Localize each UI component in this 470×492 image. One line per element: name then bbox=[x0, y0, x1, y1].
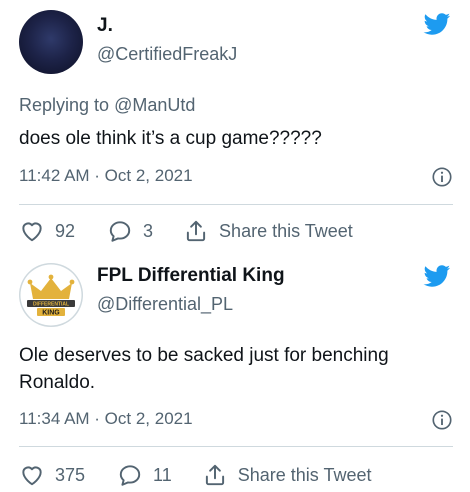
replying-to-label: Replying to bbox=[19, 95, 110, 115]
tweet-card-2: DIFFERENTIAL KING FPL Differential King … bbox=[0, 250, 470, 492]
tweet-text: Ole deserves to be sacked just for bench… bbox=[19, 345, 389, 393]
tweet-text: does ole think it’s a cup game????? bbox=[19, 128, 322, 149]
tweet-card-1: J. @CertifiedFreakJ Replying to @ManUtd … bbox=[0, 0, 470, 250]
share-label: Share this Tweet bbox=[237, 464, 372, 485]
tweet-timestamp[interactable]: 11:42 AM · Oct 2, 2021 bbox=[19, 165, 193, 187]
twitter-bird-icon[interactable] bbox=[420, 10, 453, 38]
crown-logo: DIFFERENTIAL KING bbox=[27, 274, 75, 316]
author-handle[interactable]: @CertifiedFreakJ bbox=[97, 43, 237, 65]
replying-to-line: Replying to @ManUtd bbox=[19, 93, 195, 117]
like-count: 92 bbox=[55, 220, 76, 241]
twitter-bird-icon[interactable] bbox=[420, 262, 453, 290]
author-name[interactable]: FPL Differential King bbox=[97, 265, 285, 287]
share-icon bbox=[186, 220, 206, 242]
avatar-differential-king[interactable]: DIFFERENTIAL KING bbox=[19, 263, 83, 327]
like-button[interactable]: 375 bbox=[19, 462, 85, 488]
tweet-timestamp[interactable]: 11:34 AM · Oct 2, 2021 bbox=[19, 408, 193, 430]
action-bar: 375 11 Share this Tweet bbox=[19, 460, 371, 490]
reply-bubble-icon bbox=[119, 465, 141, 486]
heart-icon bbox=[22, 466, 42, 486]
reply-count: 3 bbox=[143, 220, 154, 241]
info-icon[interactable] bbox=[431, 166, 453, 188]
logo-text-top: DIFFERENTIAL bbox=[33, 302, 69, 308]
reply-button[interactable]: 3 bbox=[107, 218, 153, 244]
like-count: 375 bbox=[55, 464, 86, 485]
avatar-certifiedfreakj[interactable] bbox=[19, 10, 83, 74]
author-name[interactable]: J. bbox=[97, 15, 113, 37]
reply-bubble-icon bbox=[109, 221, 131, 242]
divider bbox=[19, 204, 453, 205]
logo-text-bottom: KING bbox=[42, 309, 60, 316]
author-handle[interactable]: @Differential_PL bbox=[97, 293, 233, 315]
share-icon bbox=[205, 464, 224, 486]
info-icon[interactable] bbox=[431, 409, 453, 431]
replying-to-handle[interactable]: @ManUtd bbox=[114, 95, 195, 115]
reply-button[interactable]: 11 bbox=[117, 462, 172, 488]
share-button[interactable]: Share this Tweet bbox=[202, 462, 372, 488]
heart-icon bbox=[22, 222, 42, 242]
share-button[interactable]: Share this Tweet bbox=[183, 218, 353, 244]
reply-count: 11 bbox=[153, 464, 172, 485]
like-button[interactable]: 92 bbox=[19, 218, 75, 244]
divider bbox=[19, 446, 453, 447]
share-label: Share this Tweet bbox=[219, 220, 353, 241]
action-bar: 92 3 Share this Tweet bbox=[19, 216, 353, 246]
